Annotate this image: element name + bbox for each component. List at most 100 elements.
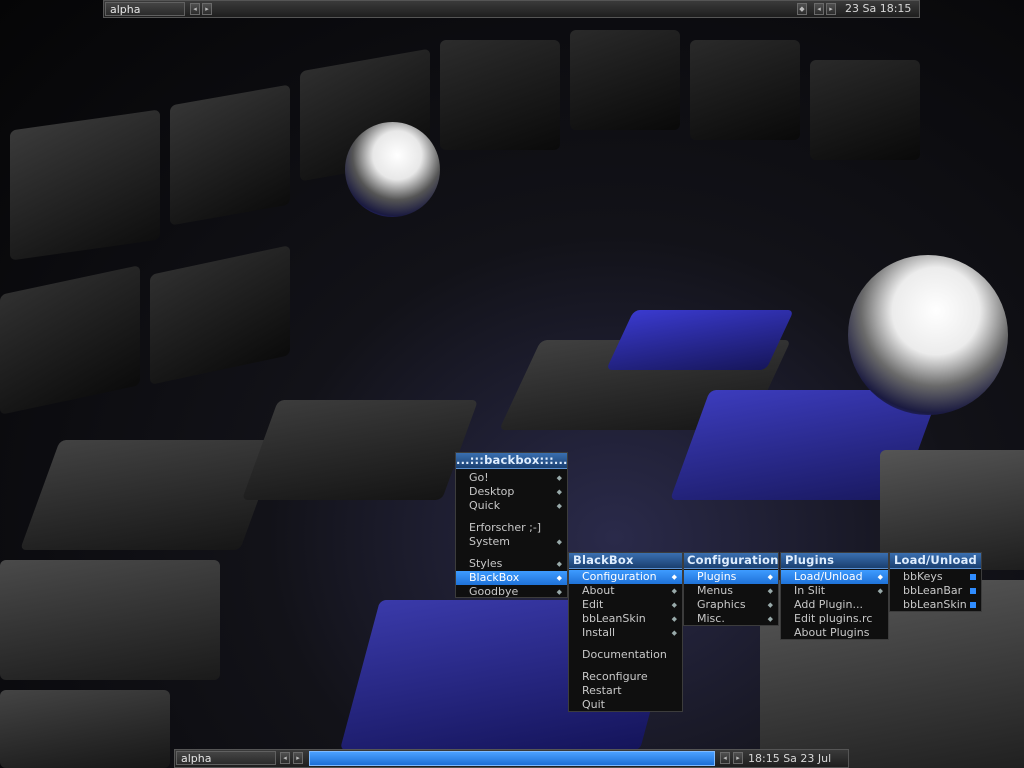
menu-item-label: Edit	[582, 598, 604, 611]
prev-workspace-button[interactable]: ◂	[280, 752, 290, 764]
menu-item-system[interactable]: System ◆	[456, 535, 567, 549]
menu-item-label: BlackBox	[469, 571, 520, 584]
submenu-arrow-icon: ◆	[767, 601, 773, 609]
wallpaper-tile	[0, 560, 220, 680]
menu-item-label: Goodbye	[469, 585, 519, 598]
menu-item-label: Go!	[469, 471, 489, 484]
menu-item-restart[interactable]: Restart	[569, 684, 682, 698]
menu-item-label: Styles	[469, 557, 503, 570]
panel-menu-button[interactable]: ◆	[797, 3, 807, 15]
menu-item-bbleanskin[interactable]: bbLeanSkin ◆	[569, 612, 682, 626]
menu-item-label: Misc.	[697, 612, 725, 625]
menu-item-label: Reconfigure	[582, 670, 648, 683]
wallpaper-tile	[170, 84, 290, 226]
submenu-arrow-icon: ◆	[556, 474, 562, 482]
menu-item-go[interactable]: Go! ◆	[456, 471, 567, 485]
menu-item-bbkeys[interactable]: bbKeys	[890, 570, 981, 584]
menu-item-configuration[interactable]: Configuration ◆	[569, 570, 682, 584]
wallpaper-tile	[19, 440, 281, 550]
menu-item-label: Menus	[697, 584, 733, 597]
menu-title: ...:::backbox:::...	[456, 453, 568, 469]
menu-item-label: Install	[582, 626, 616, 639]
menu-item-about[interactable]: About ◆	[569, 584, 682, 598]
workspace-label[interactable]: alpha	[176, 751, 276, 765]
top-panel: alpha ◂ ▸ ◆ ◂ ▸ 23 Sa 18:15	[103, 0, 920, 18]
wallpaper-tile	[810, 60, 920, 160]
submenu-arrow-icon: ◆	[556, 588, 562, 596]
menu-title: Load/Unload	[890, 553, 981, 569]
menu-item-menus[interactable]: Menus ◆	[684, 584, 778, 598]
next-workspace-button[interactable]: ▸	[293, 752, 303, 764]
menu-item-label: bbLeanSkin	[582, 612, 646, 625]
menu-item-goodbye[interactable]: Goodbye ◆	[456, 585, 567, 599]
desktop-wallpaper	[0, 0, 1024, 768]
menu-item-add-plugin[interactable]: Add Plugin...	[781, 598, 888, 612]
prev-workspace-button[interactable]: ◂	[190, 3, 200, 15]
clock[interactable]: 23 Sa 18:15	[845, 2, 911, 16]
submenu-arrow-icon: ◆	[877, 573, 883, 581]
menu-item-bbleanskin-plugin[interactable]: bbLeanSkin	[890, 598, 981, 612]
menu-item-label: Plugins	[697, 570, 737, 583]
wallpaper-tile	[440, 40, 560, 150]
menu-item-edit-plugins-rc[interactable]: Edit plugins.rc	[781, 612, 888, 626]
checkmark-icon	[970, 602, 976, 608]
menu-item-label: Edit plugins.rc	[794, 612, 873, 625]
menu-item-label: Quick	[469, 499, 501, 512]
menu-item-label: Quit	[582, 698, 605, 711]
checkmark-icon	[970, 588, 976, 594]
configuration-menu: Configuration Plugins ◆ Menus ◆ Graphics ◆ …	[683, 552, 779, 626]
menu-item-label: bbKeys	[903, 570, 943, 583]
prev-window-button[interactable]: ◂	[720, 752, 730, 764]
menu-item-label: In Slit	[794, 584, 826, 597]
menu-item-about-plugins[interactable]: About Plugins	[781, 626, 888, 640]
menu-item-label: bbLeanSkin	[903, 598, 967, 611]
submenu-arrow-icon: ◆	[671, 587, 677, 595]
menu-item-label: About Plugins	[794, 626, 870, 639]
menu-item-label: Documentation	[582, 648, 667, 661]
menu-item-explorer[interactable]: Erforscher ;-]	[456, 521, 567, 535]
menu-item-quit[interactable]: Quit	[569, 698, 682, 712]
clock[interactable]: 18:15 Sa 23 Jul	[748, 752, 831, 766]
menu-separator	[456, 513, 567, 521]
menu-title: Configuration	[684, 553, 778, 569]
taskbar-button[interactable]	[309, 751, 715, 766]
next-window-button[interactable]: ▸	[826, 3, 836, 15]
menu-item-load-unload[interactable]: Load/Unload ◆	[781, 570, 888, 584]
menu-item-graphics[interactable]: Graphics ◆	[684, 598, 778, 612]
wallpaper-sphere	[848, 255, 1008, 415]
menu-item-reconfigure[interactable]: Reconfigure	[569, 670, 682, 684]
menu-item-quick[interactable]: Quick ◆	[456, 499, 567, 513]
menu-item-desktop[interactable]: Desktop ◆	[456, 485, 567, 499]
prev-window-button[interactable]: ◂	[814, 3, 824, 15]
menu-item-label: Configuration	[582, 570, 657, 583]
menu-item-blackbox[interactable]: BlackBox ◆	[456, 571, 567, 585]
submenu-arrow-icon: ◆	[767, 573, 773, 581]
menu-item-styles[interactable]: Styles ◆	[456, 557, 567, 571]
submenu-arrow-icon: ◆	[767, 615, 773, 623]
wallpaper-tile	[570, 30, 680, 130]
menu-item-misc[interactable]: Misc. ◆	[684, 612, 778, 626]
plugins-menu: Plugins Load/Unload ◆ In Slit ◆ Add Plugin…	[780, 552, 889, 640]
menu-item-label: System	[469, 535, 511, 548]
workspace-label[interactable]: alpha	[105, 2, 185, 16]
menu-separator	[569, 662, 682, 670]
menu-item-install[interactable]: Install ◆	[569, 626, 682, 640]
wallpaper-tile	[241, 400, 479, 500]
menu-item-label: Erforscher ;-]	[469, 521, 542, 534]
submenu-arrow-icon: ◆	[556, 538, 562, 546]
submenu-arrow-icon: ◆	[767, 587, 773, 595]
menu-item-plugins[interactable]: Plugins ◆	[684, 570, 778, 584]
menu-item-bbleanbar[interactable]: bbLeanBar	[890, 584, 981, 598]
menu-item-label: Graphics	[697, 598, 746, 611]
wallpaper-tile	[10, 109, 160, 261]
load-unload-menu: Load/Unload bbKeys bbLeanBar bbLeanSkin	[889, 552, 982, 612]
menu-item-edit[interactable]: Edit ◆	[569, 598, 682, 612]
wallpaper-tile	[0, 265, 140, 415]
next-window-button[interactable]: ▸	[733, 752, 743, 764]
menu-item-documentation[interactable]: Documentation	[569, 648, 682, 662]
wallpaper-tile	[690, 40, 800, 140]
menu-item-label: bbLeanBar	[903, 584, 963, 597]
next-workspace-button[interactable]: ▸	[202, 3, 212, 15]
submenu-arrow-icon: ◆	[556, 560, 562, 568]
menu-item-in-slit[interactable]: In Slit ◆	[781, 584, 888, 598]
